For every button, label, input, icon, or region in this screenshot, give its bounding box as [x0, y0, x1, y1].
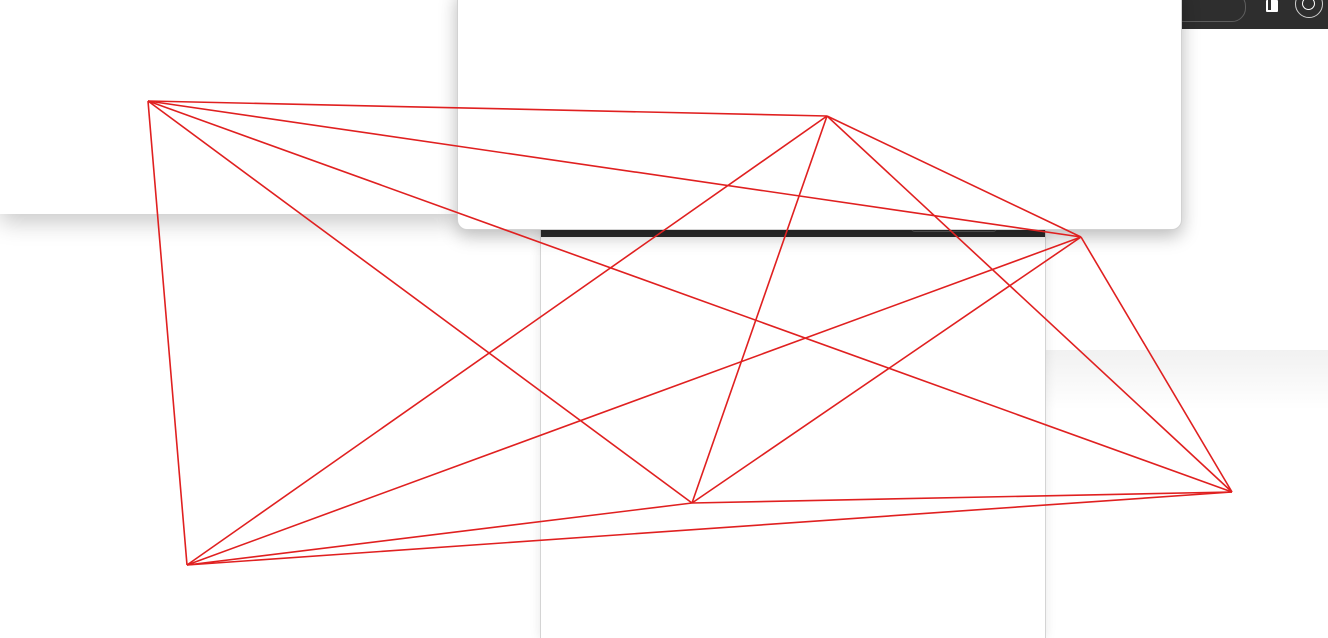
background-window-center — [540, 228, 1046, 638]
document-icon[interactable] — [1266, 0, 1278, 12]
background-window-right-lower — [1046, 350, 1328, 630]
dialog-window — [457, 0, 1182, 230]
browser-toolbar — [1170, 0, 1328, 29]
background-window-left — [0, 0, 458, 214]
account-icon[interactable] — [1295, 0, 1323, 18]
